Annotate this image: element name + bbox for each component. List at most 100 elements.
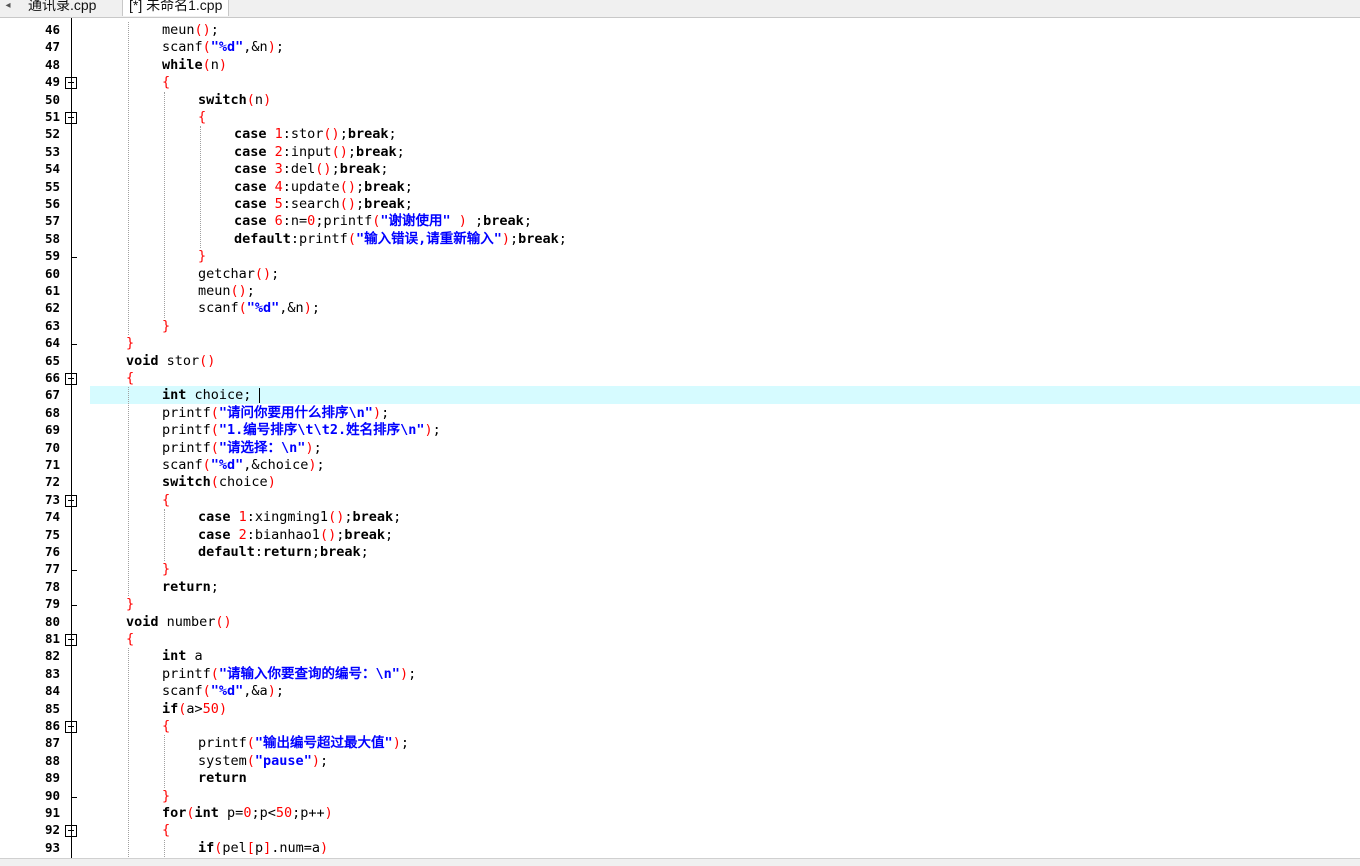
code-token: ,&n [279, 300, 304, 317]
code-token: break [518, 230, 559, 247]
code-token: if [162, 700, 179, 717]
line-number: 83 [44, 665, 60, 681]
code-line[interactable]: if(pel[p].num=a) [198, 840, 328, 857]
code-line[interactable]: scanf("%d",&n); [198, 300, 320, 317]
code-token: meun [198, 283, 231, 299]
code-line[interactable]: void number() [126, 614, 232, 631]
code-token: printf [162, 404, 211, 421]
code-token: { [162, 822, 171, 839]
code-token: ) [501, 230, 510, 247]
code-line[interactable]: getchar(); [198, 266, 279, 283]
code-token: case [234, 126, 275, 143]
code-line[interactable]: meun(); [198, 283, 255, 300]
code-token: ( [210, 439, 219, 456]
code-token: "输出编号超过最大值" [254, 735, 393, 752]
tab-contacts-cpp[interactable]: 通讯录.cpp [22, 0, 102, 16]
code-token: break [483, 213, 524, 230]
code-token: "%d" [210, 39, 244, 56]
tab-untitled1-cpp[interactable]: [*] 未命名1.cpp [122, 0, 230, 16]
code-line[interactable]: } [198, 248, 206, 265]
code-line[interactable]: } [162, 318, 170, 335]
code-line[interactable]: case 1:xingming1();break; [198, 509, 401, 526]
code-line[interactable]: } [162, 788, 170, 805]
code-line[interactable]: scanf("%d",&a); [162, 683, 284, 700]
tab-scroll-left-icon[interactable]: ◂ [0, 0, 16, 17]
code-token: ,&a [243, 683, 268, 700]
code-line[interactable]: case 5:search();break; [234, 196, 413, 213]
code-editor[interactable]: 46 47 48 49 50 51 52 53 54 55 56 57 58 59 60 61 62 63 64 65… [0, 18, 1360, 858]
code-token: ; [275, 39, 284, 56]
code-line[interactable]: switch(n) [198, 92, 271, 109]
code-token: default [234, 230, 291, 247]
code-token: 50 [275, 805, 293, 821]
code-token: ( [210, 404, 219, 421]
code-token: ( [202, 56, 211, 73]
code-token: ( [210, 422, 219, 439]
line-number: 73 [44, 491, 60, 507]
code-token: :n= [282, 213, 308, 230]
code-line[interactable]: } [126, 596, 134, 613]
code-line[interactable]: { [162, 74, 170, 91]
code-line[interactable]: default:return;break; [198, 544, 369, 561]
code-line[interactable]: case 3:del();break; [234, 161, 388, 178]
code-line[interactable]: meun(); [162, 22, 219, 39]
code-line[interactable]: for(int p=0;p<50;p++) [162, 805, 333, 822]
code-line[interactable]: system("pause"); [198, 753, 328, 770]
code-token: { [126, 631, 135, 647]
code-token: ;p++ [292, 805, 325, 821]
code-line[interactable]: scanf("%d",&n); [162, 39, 284, 56]
code-token: () [331, 143, 348, 160]
code-line[interactable]: case 1:stor();break; [234, 126, 397, 143]
line-number: 58 [44, 230, 60, 246]
line-number: 46 [44, 22, 60, 37]
code-token: a> [186, 700, 203, 717]
line-number: 92 [44, 822, 60, 838]
code-line[interactable]: printf("1.编号排序\t\t2.姓名排序\n"); [162, 422, 441, 439]
code-line[interactable]: return; [162, 579, 219, 596]
code-area[interactable]: meun(); scanf("%d",&n); while(n){switch(n)… [90, 18, 1360, 858]
code-line[interactable]: void stor() [126, 353, 215, 370]
code-token: if [198, 839, 215, 856]
code-line[interactable]: } [126, 335, 134, 352]
code-token: printf [162, 422, 211, 439]
code-token: ; [271, 265, 280, 282]
code-line[interactable]: case 6:n=0;printf("谢谢使用" ) ;break; [234, 213, 532, 230]
code-token: ; [558, 230, 567, 247]
code-line[interactable]: { [126, 370, 134, 387]
indent-guide [164, 91, 165, 318]
code-line[interactable]: return [198, 770, 247, 787]
code-line[interactable]: { [162, 822, 170, 839]
code-line[interactable]: if(a>50) [162, 701, 227, 718]
code-line[interactable]: printf("请输入你要查询的编号：\n"); [162, 666, 416, 683]
code-line[interactable]: default:printf("输入错误,请重新输入");break; [234, 231, 567, 248]
code-token: ; [381, 404, 390, 421]
line-number: 71 [44, 457, 60, 472]
code-line[interactable]: } [162, 561, 170, 578]
code-line[interactable]: { [198, 109, 206, 126]
code-line[interactable]: printf("输出编号超过最大值"); [198, 735, 409, 752]
code-line[interactable]: { [126, 631, 134, 648]
code-token: "输入错误,请重新输入" [355, 230, 502, 247]
code-token: ; [355, 196, 365, 212]
code-line[interactable]: case 2:input();break; [234, 144, 405, 161]
code-token: ; [404, 196, 413, 212]
code-line[interactable]: while(n) [162, 57, 227, 74]
code-line[interactable]: printf("请选择：\n"); [162, 440, 322, 457]
code-line[interactable]: case 2:bianhao1();break; [198, 527, 393, 544]
code-line[interactable]: switch(choice) [162, 474, 276, 491]
code-line[interactable]: printf("请问你要用什么排序\n"); [162, 405, 389, 422]
code-line[interactable]: scanf("%d",&choice); [162, 457, 325, 474]
code-token: ; [509, 230, 519, 247]
code-token: ; [347, 143, 356, 160]
code-line[interactable]: { [162, 492, 170, 509]
line-number: 82 [44, 648, 60, 664]
code-token: () [194, 22, 211, 38]
code-line[interactable]: int choice; [162, 387, 251, 404]
code-line[interactable]: { [162, 718, 170, 735]
code-line[interactable]: case 4:update();break; [234, 179, 413, 196]
indent-guide [164, 509, 165, 562]
line-number: 93 [44, 839, 60, 855]
line-number: 81 [44, 631, 60, 646]
code-line[interactable]: int a [162, 648, 203, 665]
code-token: break [339, 161, 381, 178]
